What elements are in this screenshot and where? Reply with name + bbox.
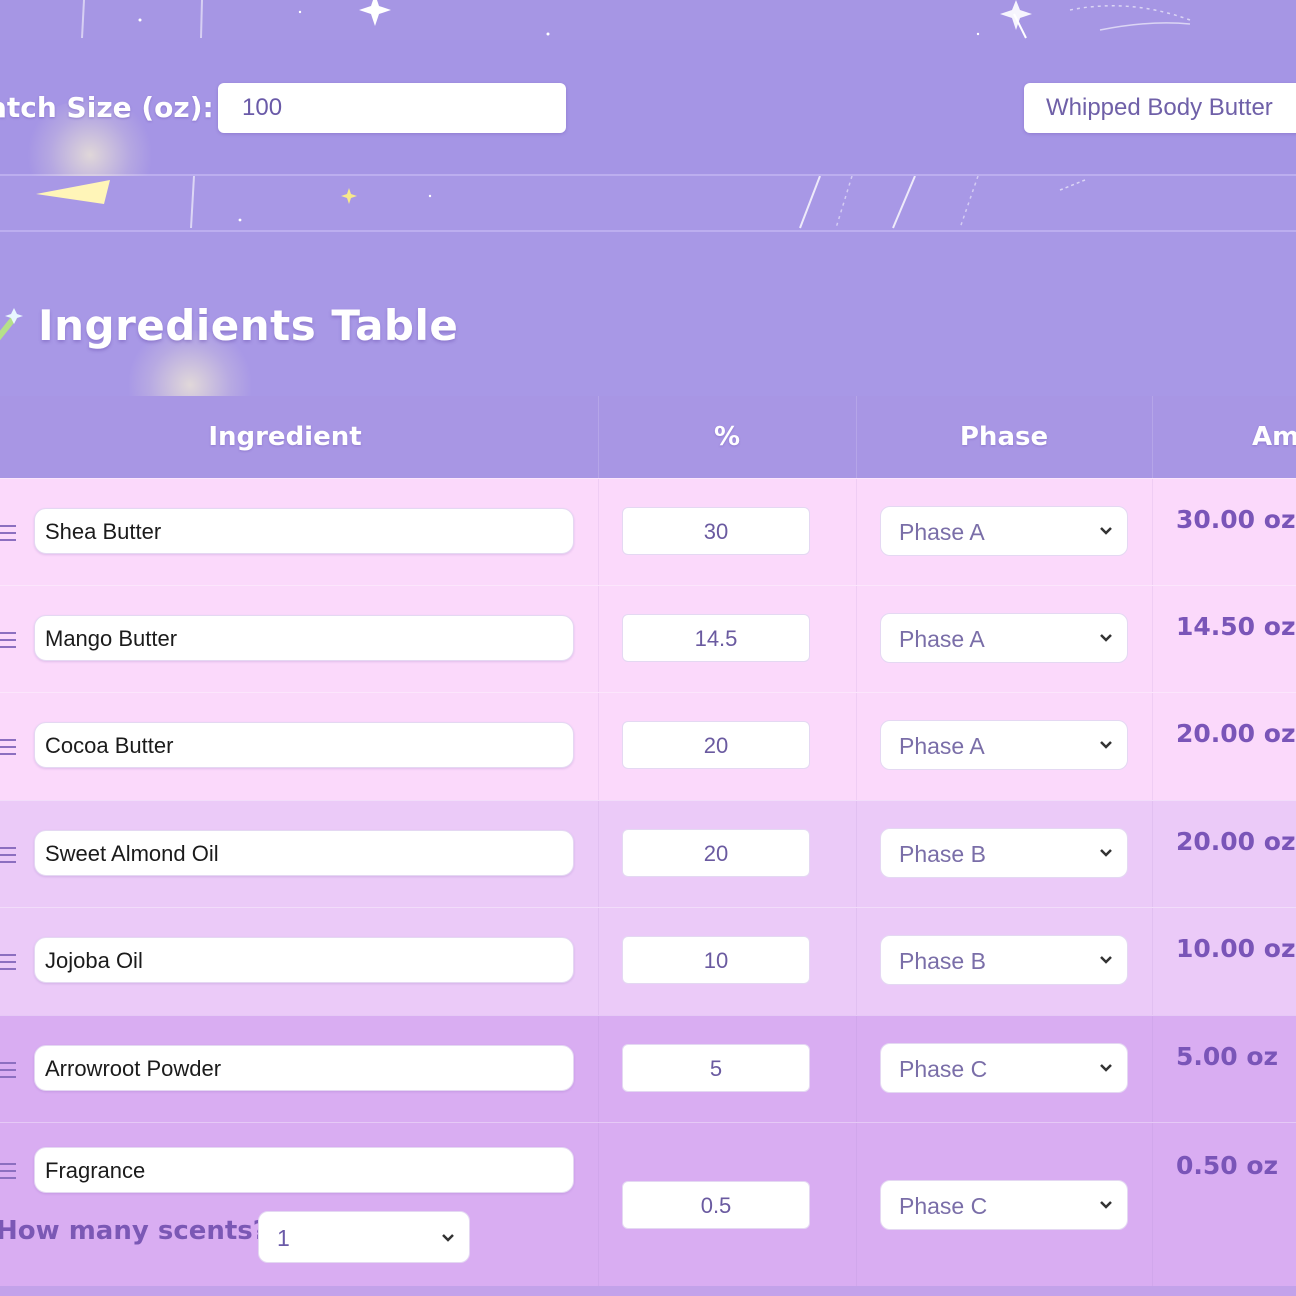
column-divider [1152, 908, 1153, 1016]
amount-value: 20.00 oz [1176, 827, 1296, 856]
phase-select[interactable]: Phase A [880, 613, 1128, 663]
phase-select[interactable]: Phase B [880, 935, 1128, 985]
phase-select[interactable]: Phase B [880, 828, 1128, 878]
drag-handle-icon[interactable] [0, 739, 16, 755]
product-type-field[interactable]: Whipped Body Butter [1024, 83, 1296, 133]
phase-select[interactable]: Phase A [880, 720, 1128, 770]
column-divider [856, 693, 857, 801]
percent-input[interactable]: 0.5 [622, 1181, 810, 1229]
decorative-top-band [0, 0, 1296, 42]
table-row: Mango Butter 14.5 Phase A 14.50 oz [0, 585, 1296, 693]
column-divider [598, 1123, 599, 1287]
column-divider [856, 908, 857, 1016]
drag-handle-icon[interactable] [0, 525, 16, 541]
column-header-ingredient: Ingredient [208, 422, 362, 452]
star-decoration-icon [36, 176, 1086, 229]
column-divider [1152, 396, 1153, 478]
scents-count-value: 1 [277, 1225, 290, 1251]
ingredient-name-input[interactable]: Cocoa Butter [34, 722, 574, 768]
table-row: Fragrance 0.5 Phase C 0.50 oz [0, 1122, 1296, 1287]
phase-select-value: Phase A [899, 519, 985, 545]
column-header-amount: Am [1252, 422, 1296, 452]
phase-select-value: Phase B [899, 841, 986, 867]
scents-count-label: How many scents? [0, 1216, 268, 1246]
column-divider [1152, 1123, 1153, 1287]
phase-select[interactable]: Phase C [880, 1180, 1128, 1230]
amount-value: 10.00 oz [1176, 934, 1296, 963]
chevron-down-icon [1100, 849, 1112, 857]
table-bottom-edge [0, 1286, 1296, 1296]
percent-input[interactable]: 20 [622, 721, 810, 769]
table-row: Jojoba Oil 10 Phase B 10.00 oz [0, 907, 1296, 1016]
magic-wand-icon [0, 308, 23, 341]
column-divider [598, 1016, 599, 1123]
column-header-percent: % [713, 422, 741, 452]
column-divider [856, 586, 857, 693]
chevron-down-icon [1100, 956, 1112, 964]
percent-input[interactable]: 10 [622, 936, 810, 984]
amount-value: 30.00 oz [1176, 505, 1296, 534]
phase-select-value: Phase B [899, 948, 986, 974]
table-header: Ingredient % Phase Am [0, 396, 1296, 478]
table-row: Sweet Almond Oil 20 Phase B 20.00 oz [0, 800, 1296, 908]
percent-input[interactable]: 5 [622, 1044, 810, 1092]
table-row: Shea Butter 30 Phase A 30.00 oz [0, 478, 1296, 586]
column-divider [856, 479, 857, 586]
amount-value: 20.00 oz [1176, 719, 1296, 748]
ingredient-name-input[interactable]: Mango Butter [34, 615, 574, 661]
column-divider [856, 801, 857, 908]
ingredient-name-input[interactable]: Shea Butter [34, 508, 574, 554]
column-divider [598, 479, 599, 586]
phase-select-value: Phase A [899, 733, 985, 759]
decorative-mid-band [0, 176, 1296, 232]
chevron-down-icon [1100, 741, 1112, 749]
column-divider [598, 801, 599, 908]
ingredient-name-input[interactable]: Jojoba Oil [34, 937, 574, 983]
drag-handle-icon[interactable] [0, 632, 16, 648]
phase-select-value: Phase C [899, 1056, 988, 1082]
phase-select-value: Phase A [899, 626, 985, 652]
ingredients-table-title: Ingredients Table [38, 301, 459, 350]
amount-value: 14.50 oz [1176, 612, 1296, 641]
ingredient-name-input[interactable]: Arrowroot Powder [34, 1045, 574, 1091]
drag-handle-icon[interactable] [0, 847, 16, 863]
column-divider [1152, 479, 1153, 586]
column-divider [598, 693, 599, 801]
column-divider [1152, 586, 1153, 693]
column-divider [598, 908, 599, 1016]
column-divider [1152, 801, 1153, 908]
percent-input[interactable]: 30 [622, 507, 810, 555]
amount-value: 0.50 oz [1176, 1151, 1279, 1180]
table-row: Arrowroot Powder 5 Phase C 5.00 oz [0, 1015, 1296, 1123]
batch-size-input[interactable]: 100 [218, 83, 566, 133]
phase-select-value: Phase C [899, 1193, 988, 1219]
table-row: Cocoa Butter 20 Phase A 20.00 oz [0, 692, 1296, 801]
chevron-down-icon [442, 1234, 454, 1242]
percent-input[interactable]: 14.5 [622, 614, 810, 662]
ingredient-name-input[interactable]: Fragrance [34, 1147, 574, 1193]
sparkle-decoration-icon [81, 0, 1191, 39]
column-divider [856, 1016, 857, 1123]
batch-size-label: atch Size (oz): [0, 91, 214, 124]
chevron-down-icon [1100, 1201, 1112, 1209]
chevron-down-icon [1100, 1064, 1112, 1072]
column-divider [598, 586, 599, 693]
chevron-down-icon [1100, 527, 1112, 535]
drag-handle-icon[interactable] [0, 1062, 16, 1078]
column-divider [856, 1123, 857, 1287]
amount-value: 5.00 oz [1176, 1042, 1279, 1071]
column-divider [1152, 1016, 1153, 1123]
percent-input[interactable]: 20 [622, 829, 810, 877]
ingredient-name-input[interactable]: Sweet Almond Oil [34, 830, 574, 876]
phase-select[interactable]: Phase C [880, 1043, 1128, 1093]
column-divider [1152, 693, 1153, 801]
phase-select[interactable]: Phase A [880, 506, 1128, 556]
chevron-down-icon [1100, 634, 1112, 642]
drag-handle-icon[interactable] [0, 954, 16, 970]
column-header-phase: Phase [959, 422, 1049, 452]
scents-count-select[interactable]: 1 [258, 1211, 470, 1263]
drag-handle-icon[interactable] [0, 1163, 16, 1179]
